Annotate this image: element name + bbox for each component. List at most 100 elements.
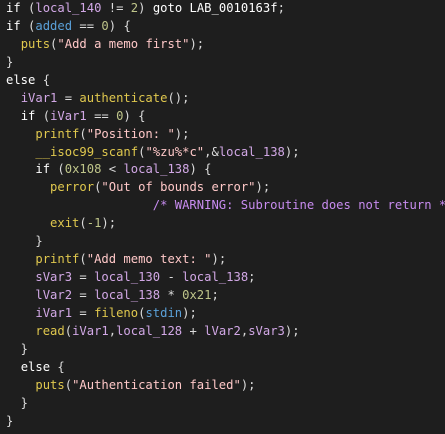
code-line[interactable]: } — [6, 341, 445, 359]
punctuation-token: ); — [284, 323, 300, 338]
punctuation-token: ( — [35, 108, 51, 123]
code-line[interactable]: if (added == 0) { — [6, 18, 445, 36]
code-line[interactable]: if (iVar1 == 0) { — [6, 108, 445, 126]
decompiled-code-listing[interactable]: if (local_140 != 2) goto LAB_0010163f; if… — [6, 0, 445, 431]
code-line[interactable]: if (local_140 != 2) goto LAB_0010163f; — [6, 0, 445, 18]
punctuation-token: ,& — [204, 144, 219, 159]
punctuation-token — [6, 91, 21, 105]
code-line[interactable]: } — [6, 413, 445, 431]
punctuation-token: ); — [255, 180, 271, 195]
variable-token[interactable]: local_130 — [94, 270, 160, 284]
punctuation-token: } — [6, 413, 14, 428]
punctuation-token: ; — [277, 1, 285, 15]
punctuation-token: } — [6, 54, 14, 69]
function-call-token[interactable]: __isoc99_scanf — [35, 145, 138, 159]
punctuation-token: } — [6, 341, 29, 356]
function-call-token[interactable]: perror — [50, 180, 94, 194]
function-call-token[interactable]: exit — [50, 216, 79, 230]
punctuation-token: ); — [284, 144, 300, 159]
punctuation-token — [6, 324, 35, 338]
punctuation-token: * — [160, 288, 183, 302]
punctuation-token: ( — [79, 126, 87, 141]
punctuation-token — [6, 109, 21, 123]
variable-token[interactable]: sVar3 — [248, 324, 285, 338]
string-literal-token: "Add memo text: " — [86, 252, 212, 267]
variable-token[interactable]: lVar2 — [204, 324, 241, 338]
punctuation-token: ( — [20, 18, 36, 33]
number-literal-token: 0 — [101, 18, 109, 33]
punctuation-token: { — [35, 72, 51, 87]
code-line[interactable]: } — [6, 233, 445, 251]
number-literal-token: -1 — [86, 216, 102, 231]
code-line[interactable]: lVar2 = local_138 * 0x21; — [6, 287, 445, 305]
variable-token[interactable]: local_138 — [219, 145, 285, 159]
global-variable-token[interactable]: added — [35, 19, 72, 33]
string-literal-token: "%zu%*c" — [145, 144, 205, 159]
code-line[interactable]: else { — [6, 359, 445, 377]
function-call-token[interactable]: printf — [35, 127, 79, 141]
function-call-token[interactable]: authenticate — [79, 91, 167, 105]
code-line[interactable]: puts("Add a memo first"); — [6, 36, 445, 54]
variable-token[interactable]: local_138 — [94, 288, 160, 302]
punctuation-token: ; — [248, 270, 256, 285]
variable-token[interactable]: local_138 — [182, 270, 248, 284]
punctuation-token: ); — [189, 36, 205, 51]
code-line[interactable]: puts("Authentication failed"); — [6, 377, 445, 395]
punctuation-token: ( — [79, 216, 87, 231]
variable-token[interactable]: lVar2 — [35, 288, 72, 302]
punctuation-token: ) { — [123, 108, 146, 123]
variable-token[interactable]: local_140 — [35, 1, 101, 15]
global-variable-token[interactable]: stdin — [145, 306, 182, 320]
code-line[interactable]: iVar1 = authenticate(); — [6, 90, 445, 108]
code-line[interactable]: exit(-1); — [6, 215, 445, 233]
function-call-token[interactable]: printf — [35, 252, 79, 266]
punctuation-token: = — [57, 90, 80, 105]
variable-token[interactable]: iVar1 — [21, 91, 58, 105]
punctuation-token — [6, 127, 35, 141]
keyword-token: goto — [152, 1, 183, 15]
function-call-token[interactable]: fileno — [94, 306, 138, 320]
goto-label-token[interactable]: LAB_0010163f — [182, 1, 278, 15]
keyword-token: if — [6, 1, 21, 15]
code-line[interactable]: if (0x108 < local_138) { — [6, 161, 445, 179]
code-line[interactable]: } — [6, 395, 445, 413]
variable-token[interactable]: local_128 — [116, 324, 182, 338]
code-line[interactable]: iVar1 = fileno(stdin); — [6, 305, 445, 323]
punctuation-token: (); — [167, 90, 190, 105]
punctuation-token: ( — [64, 377, 73, 392]
variable-token[interactable]: local_138 — [123, 162, 189, 176]
punctuation-token: ); — [211, 252, 227, 267]
variable-token[interactable]: iVar1 — [35, 306, 72, 320]
punctuation-token: != — [101, 1, 131, 15]
punctuation-token: ) { — [108, 18, 131, 33]
punctuation-token: = — [72, 305, 95, 320]
code-line[interactable]: printf("Add memo text: "); — [6, 251, 445, 269]
punctuation-token: { — [50, 359, 65, 374]
punctuation-token: } — [6, 395, 29, 410]
punctuation-token: ); — [240, 377, 256, 392]
code-line[interactable]: else { — [6, 72, 445, 90]
variable-token[interactable]: iVar1 — [50, 109, 87, 123]
punctuation-token — [6, 162, 35, 176]
punctuation-token: ) — [138, 1, 153, 15]
keyword-token: else — [6, 72, 36, 87]
punctuation-token: == — [72, 18, 102, 33]
code-line[interactable]: printf("Position: "); — [6, 126, 445, 144]
punctuation-token — [6, 252, 35, 266]
code-line[interactable]: sVar3 = local_130 - local_138; — [6, 269, 445, 287]
variable-token[interactable]: sVar3 — [35, 270, 72, 284]
code-line[interactable]: } — [6, 54, 445, 72]
punctuation-token — [6, 180, 50, 194]
function-call-token[interactable]: read — [35, 324, 64, 338]
variable-token[interactable]: iVar1 — [72, 324, 109, 338]
function-call-token[interactable]: puts — [35, 378, 64, 392]
punctuation-token: ( — [50, 162, 65, 177]
punctuation-token — [6, 37, 21, 51]
code-line[interactable]: __isoc99_scanf("%zu%*c",&local_138); — [6, 144, 445, 162]
number-literal-token: 0x21 — [182, 288, 212, 302]
code-line[interactable]: /* WARNING: Subroutine does not return *… — [6, 197, 445, 215]
punctuation-token — [6, 270, 35, 284]
code-line[interactable]: read(iVar1,local_128 + lVar2,sVar3); — [6, 323, 445, 341]
function-call-token[interactable]: puts — [21, 37, 50, 51]
code-line[interactable]: perror("Out of bounds error"); — [6, 179, 445, 197]
